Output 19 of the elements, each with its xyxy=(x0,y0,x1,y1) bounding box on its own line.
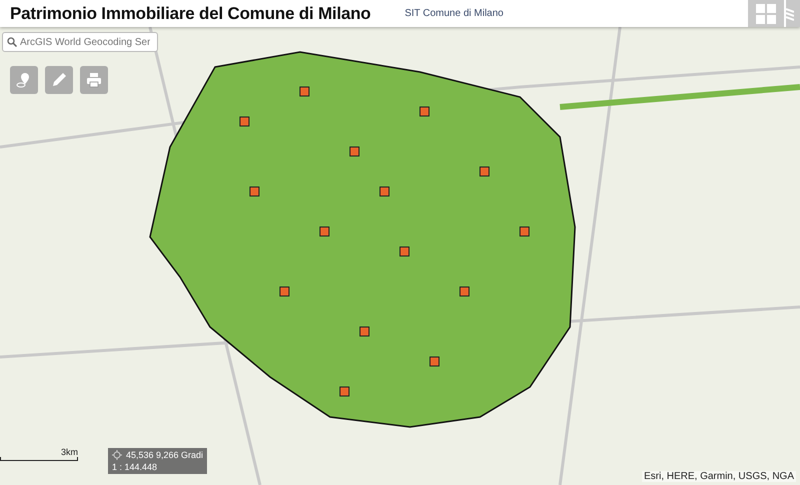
pencil-icon xyxy=(51,72,67,88)
map-attribution: Esri, HERE, Garmin, USGS, NGA xyxy=(642,471,796,482)
app-title: Patrimonio Immobiliare del Comune di Milano xyxy=(10,4,371,24)
search-icon xyxy=(7,37,17,47)
print-button[interactable] xyxy=(80,66,108,94)
pin-icon xyxy=(16,72,32,88)
layers-button[interactable] xyxy=(786,0,800,27)
app-subtitle: SIT Comune di Milano xyxy=(404,8,504,19)
layers-icon xyxy=(786,6,794,22)
draw-button[interactable] xyxy=(45,66,73,94)
crosshair-icon[interactable] xyxy=(112,450,122,460)
locate-button[interactable] xyxy=(10,66,38,94)
coordinates-text: 45,536 9,266 Gradi xyxy=(126,450,204,460)
printer-icon xyxy=(86,72,102,88)
scale-label: 3km xyxy=(60,447,78,457)
search-field[interactable]: ArcGIS World Geocoding Ser xyxy=(2,32,158,52)
map-scale-text: 1 : 144.448 xyxy=(112,462,158,472)
grid-button[interactable] xyxy=(748,0,784,27)
grid-icon xyxy=(756,4,776,24)
